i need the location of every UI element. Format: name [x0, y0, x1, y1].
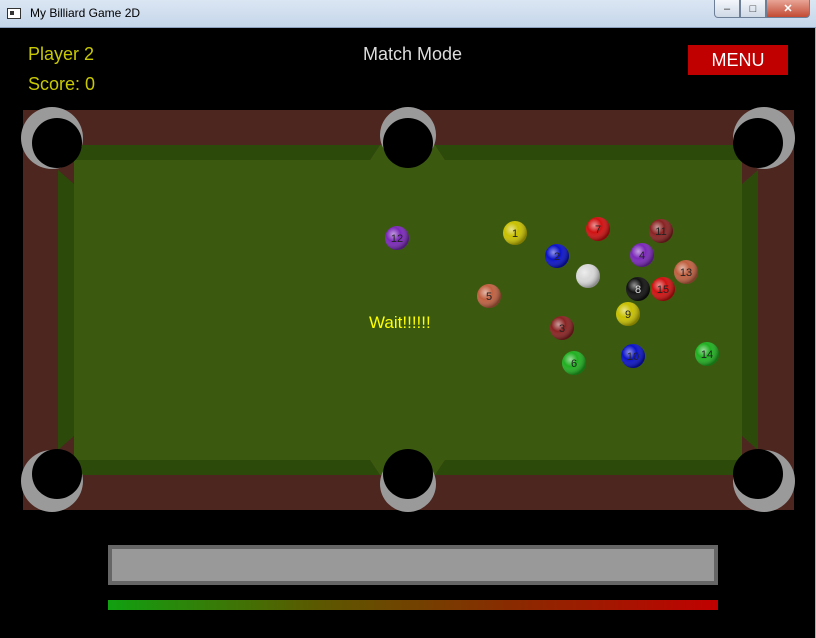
ball-number-label: 14	[701, 349, 713, 361]
cushion-bottom-left	[60, 460, 380, 475]
ball-7: 7	[586, 217, 610, 241]
wait-message: Wait!!!!!!	[369, 313, 431, 332]
cushion-top-right	[435, 145, 755, 160]
power-meter	[108, 600, 718, 610]
ball-number-label: 6	[571, 358, 577, 370]
ball-number-label: 15	[657, 284, 669, 296]
cue-ball[interactable]	[576, 264, 600, 288]
ball-6: 6	[562, 351, 586, 375]
cushion-top-left	[60, 145, 380, 160]
ball-15: 15	[651, 277, 675, 301]
ball-9: 9	[616, 302, 640, 326]
cushion-left	[58, 170, 74, 450]
power-input-inner	[112, 549, 714, 581]
cushion-right	[742, 170, 758, 450]
ball-number-label: 13	[680, 267, 692, 279]
ball-number-label: 2	[554, 251, 560, 263]
cushion-bottom-right	[435, 460, 755, 475]
ball-number-label: 12	[391, 233, 403, 245]
ball-14: 14	[695, 342, 719, 366]
ball-1: 1	[503, 221, 527, 245]
ball-number-label: 11	[655, 226, 666, 238]
game-window: My Billiard Game 2D – □ ✕ Player 2 Score…	[0, 0, 816, 638]
ball-number-label: 3	[559, 323, 565, 335]
ball-number-label: 4	[639, 250, 645, 262]
ball-4: 4	[630, 243, 654, 267]
ball-number-label: 10	[627, 351, 639, 363]
ball-number-label: 1	[512, 228, 518, 240]
ball-number-label: 5	[486, 291, 492, 303]
ball-10: 10	[621, 344, 645, 368]
ball-2: 2	[545, 244, 569, 268]
ball-5: 5	[477, 284, 501, 308]
ball-8: 8	[626, 277, 650, 301]
power-input-box[interactable]	[108, 545, 718, 585]
ball-12: 12	[385, 226, 409, 250]
ball-number-label: 7	[595, 224, 601, 236]
ball-number-label: 8	[635, 284, 641, 296]
ball-number-label: 9	[625, 309, 631, 321]
pocket-top-right	[733, 107, 795, 169]
ball-3: 3	[550, 316, 574, 340]
ball-11: 11	[649, 219, 673, 243]
ball-13: 13	[674, 260, 698, 284]
pocket-top-left	[21, 107, 83, 169]
